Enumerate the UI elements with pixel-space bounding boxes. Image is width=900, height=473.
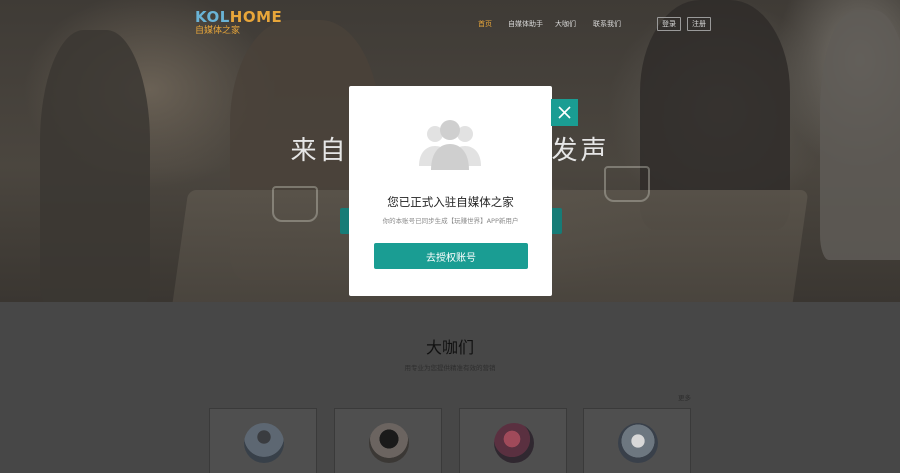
influencer-card[interactable] (459, 408, 567, 473)
modal-close-button[interactable] (551, 99, 578, 126)
avatar (369, 423, 409, 463)
hero-photo-glass (604, 166, 650, 202)
logo-wordmark: KOLHOME (195, 8, 283, 26)
avatar (244, 423, 284, 463)
close-icon (558, 106, 571, 119)
more-link[interactable]: 更多 (678, 392, 691, 402)
nav-item-contact[interactable]: 联系我们 (593, 18, 633, 30)
logo-subtitle: 自媒体之家 (195, 26, 241, 36)
nav-item-influencers[interactable]: 大咖们 (555, 18, 593, 30)
authorize-account-button[interactable]: 去授权账号 (374, 243, 528, 269)
influencer-card[interactable] (209, 408, 317, 473)
success-modal: 您已正式入驻自媒体之家 你的本账号已同步生成【玩赚世界】APP新用户 去授权账号 (349, 86, 552, 296)
influencers-section (0, 302, 900, 473)
nav-item-home[interactable]: 首页 (478, 18, 508, 30)
influencer-card[interactable] (334, 408, 442, 473)
login-button[interactable]: 登录 (657, 17, 681, 31)
nav-item-assistant[interactable]: 自媒体助手 (508, 18, 555, 30)
avatar (494, 423, 534, 463)
hero-photo-glass (272, 186, 318, 222)
modal-title: 您已正式入驻自媒体之家 (387, 195, 514, 209)
section-title: 大咖们 (425, 338, 474, 357)
register-button[interactable]: 注册 (687, 17, 711, 31)
modal-subtitle: 你的本账号已同步生成【玩赚世界】APP新用户 (382, 217, 519, 225)
section-subtitle: 用专业为您提供精准有效的营销 (404, 364, 496, 372)
main-nav: 首页 自媒体助手 大咖们 联系我们 (470, 18, 633, 30)
influencer-card[interactable] (583, 408, 691, 473)
auth-links: 登录 注册 (657, 17, 711, 31)
avatar (618, 423, 658, 463)
logo[interactable]: KOLHOME 自媒体之家 (195, 8, 283, 38)
users-group-icon (419, 120, 481, 170)
